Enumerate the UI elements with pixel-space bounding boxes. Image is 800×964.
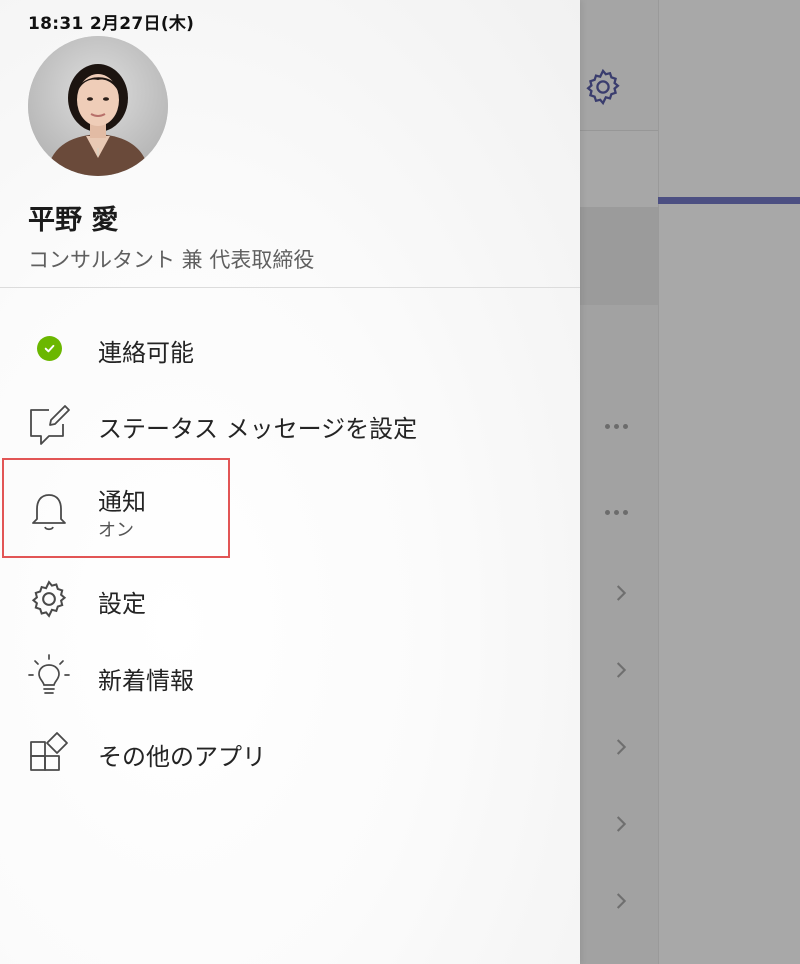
background-row bbox=[580, 131, 658, 207]
background-row-selected bbox=[580, 207, 658, 305]
chevron-right-icon bbox=[616, 662, 627, 678]
profile-job-title: コンサルタント 兼 代表取締役 bbox=[28, 248, 315, 272]
chevron-right-icon bbox=[616, 816, 627, 832]
apps-icon bbox=[26, 729, 72, 775]
edit-message-icon bbox=[26, 401, 72, 447]
divider bbox=[0, 287, 580, 288]
menu-item-label: 新着情報 bbox=[98, 667, 194, 695]
menu-item-whats-new[interactable]: 新着情報 bbox=[0, 650, 580, 702]
avatar-photo bbox=[28, 36, 168, 176]
chevron-right-icon bbox=[616, 739, 627, 755]
background-content-pane bbox=[658, 0, 800, 964]
menu-item-label: 連絡可能 bbox=[98, 339, 194, 367]
profile-name: 平野 愛 bbox=[28, 205, 119, 236]
lightbulb-icon bbox=[26, 653, 72, 699]
gear-icon bbox=[586, 68, 620, 106]
avatar[interactable] bbox=[28, 36, 168, 176]
highlight-box bbox=[2, 458, 230, 558]
menu-item-availability[interactable]: 連絡可能 bbox=[0, 322, 580, 374]
background-accent-bar bbox=[658, 197, 800, 204]
more-icon bbox=[596, 416, 636, 436]
menu-item-label: その他のアプリ bbox=[98, 743, 266, 771]
menu-item-more-apps[interactable]: その他のアプリ bbox=[0, 726, 580, 778]
menu-item-label: 設定 bbox=[98, 590, 146, 618]
menu-item-settings[interactable]: 設定 bbox=[0, 573, 580, 625]
more-icon bbox=[596, 502, 636, 522]
available-status-icon bbox=[26, 325, 72, 371]
gear-icon bbox=[26, 576, 72, 622]
chevron-right-icon bbox=[616, 893, 627, 909]
menu-item-label: ステータス メッセージを設定 bbox=[98, 415, 418, 443]
profile-drawer: 18:31 2月27日(木) 平野 愛 コンサルタント 兼 代表取締役 連絡可能… bbox=[0, 0, 580, 964]
status-bar-time: 18:31 2月27日(木) bbox=[28, 14, 195, 34]
chevron-right-icon bbox=[616, 585, 627, 601]
menu-item-status-message[interactable]: ステータス メッセージを設定 bbox=[0, 398, 580, 450]
